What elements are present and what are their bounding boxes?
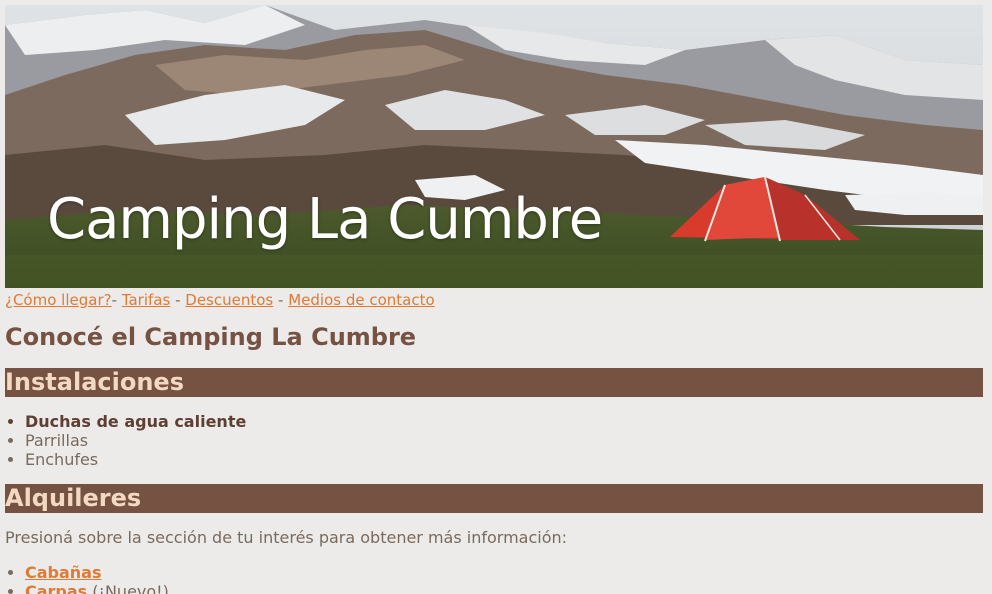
list-item-label: Enchufes	[25, 450, 99, 469]
list-item: Parrillas	[25, 431, 246, 450]
section-header-alquileres: Alquileres	[5, 484, 983, 513]
list-item: Carpas (¡Nuevo!)	[25, 582, 169, 594]
page: Camping La Cumbre ¿Cómo llegar?- Tarifas…	[0, 0, 992, 594]
list-item: Enchufes	[25, 450, 246, 469]
nav-separator: -	[278, 291, 284, 309]
nav-separator: -	[111, 291, 117, 309]
alquileres-intro-text: Presioná sobre la sección de tu interés …	[5, 528, 568, 547]
nav-link-tarifas[interactable]: Tarifas	[122, 291, 171, 309]
instalaciones-list: Duchas de agua caliente Parrillas Enchuf…	[5, 412, 246, 469]
list-item: Cabañas	[25, 563, 169, 582]
nav-link-medios-de-contacto[interactable]: Medios de contacto	[288, 291, 434, 309]
banner-title: Camping La Cumbre	[47, 187, 603, 252]
banner-image: Camping La Cumbre	[5, 5, 983, 288]
link-carpas[interactable]: Carpas	[25, 582, 87, 594]
top-navigation: ¿Cómo llegar?- Tarifas - Descuentos - Me…	[5, 291, 435, 309]
new-badge: (¡Nuevo!)	[92, 582, 169, 594]
alquileres-list: Cabañas Carpas (¡Nuevo!)	[5, 563, 169, 594]
list-item-label: Parrillas	[25, 431, 89, 450]
nav-separator: -	[175, 291, 181, 309]
list-item: Duchas de agua caliente	[25, 412, 246, 431]
nav-link-descuentos[interactable]: Descuentos	[185, 291, 273, 309]
page-title: Conocé el Camping La Cumbre	[5, 323, 417, 351]
link-cabanas[interactable]: Cabañas	[25, 563, 102, 582]
section-header-instalaciones: Instalaciones	[5, 368, 983, 397]
nav-link-como-llegar[interactable]: ¿Cómo llegar?	[5, 291, 112, 309]
list-item-label: Duchas de agua caliente	[25, 412, 247, 431]
